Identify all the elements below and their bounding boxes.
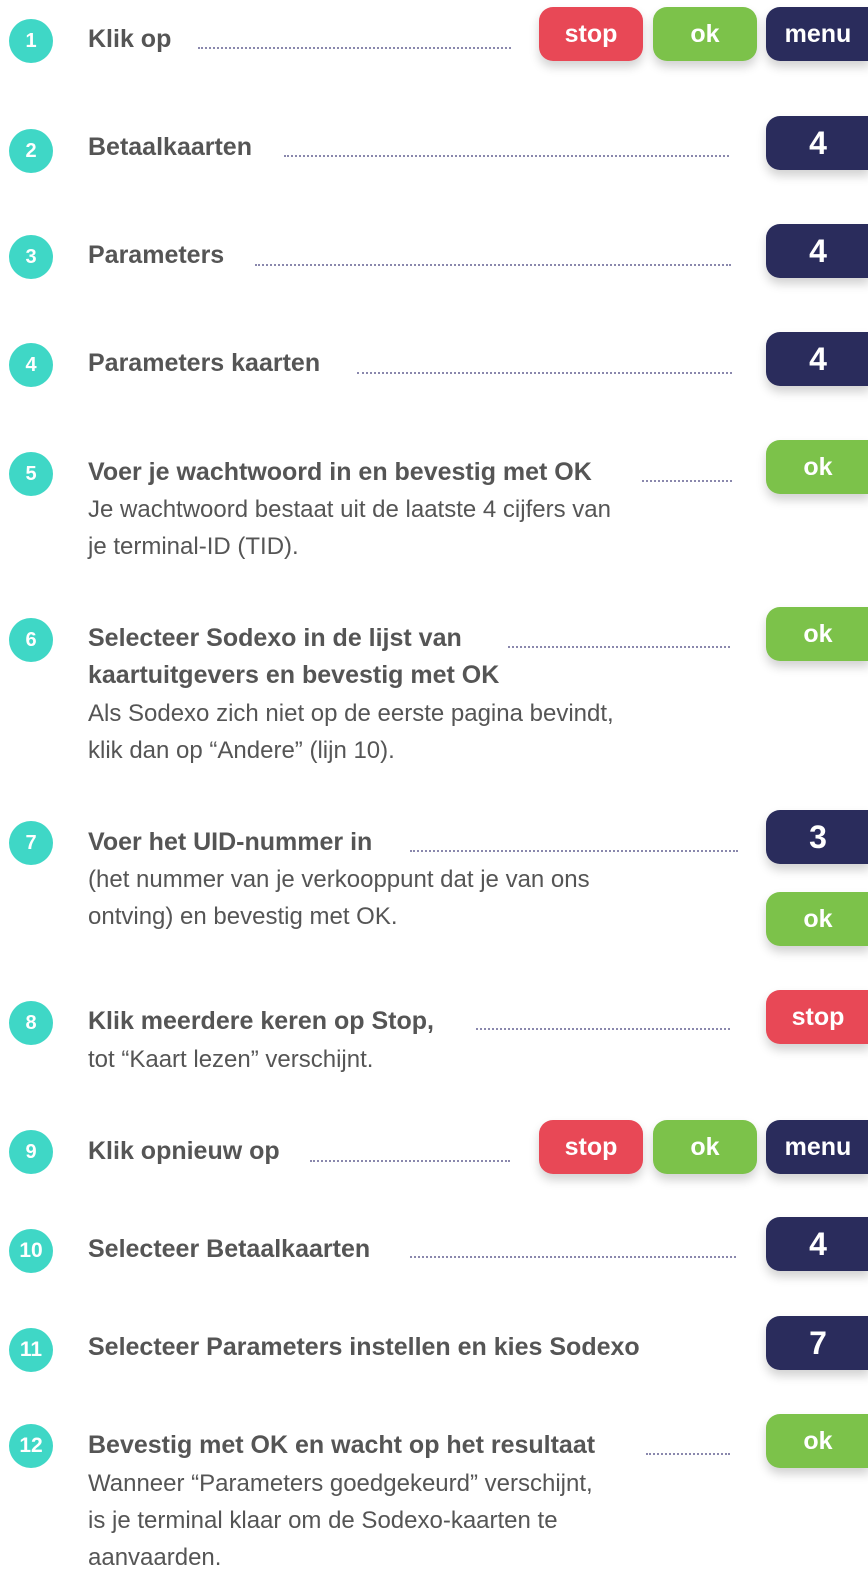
description-line: Als Sodexo zich niet op de eerste pagina… (88, 700, 614, 727)
step-description: Je wachtwoord bestaat uit de laatste 4 c… (88, 491, 611, 565)
description-line: (het nummer van je verkooppunt dat je va… (88, 866, 590, 893)
dotted-leader (410, 1256, 736, 1258)
step-title: Bevestig met OK en wacht op het resultaa… (88, 1431, 596, 1459)
title-line: Selecteer Sodexo in de lijst van (88, 624, 462, 652)
step-description: tot “Kaart lezen” verschijnt. (88, 1041, 373, 1078)
description-line: aanvaarden. (88, 1544, 222, 1571)
dotted-leader (410, 850, 738, 852)
ok-key[interactable]: ok (766, 607, 868, 661)
menu-key[interactable]: menu (766, 1120, 868, 1174)
step-number: 9 (9, 1130, 53, 1174)
stop-key[interactable]: stop (539, 7, 643, 61)
description-line: tot “Kaart lezen” verschijnt. (88, 1046, 374, 1073)
step-title: Selecteer Sodexo in de lijst van kaartui… (88, 620, 499, 694)
step-number: 3 (9, 235, 53, 279)
step-title: Parameters kaarten (88, 349, 321, 377)
stop-key[interactable]: stop (539, 1120, 643, 1174)
key-3[interactable]: 3 (766, 810, 868, 864)
step-number: 6 (9, 618, 53, 662)
description-line: je terminal-ID (TID). (88, 533, 299, 560)
key-4[interactable]: 4 (766, 224, 868, 278)
description-line: klik dan op “Andere” (lijn 10). (88, 737, 395, 764)
dotted-leader (642, 480, 732, 482)
ok-key[interactable]: ok (766, 440, 868, 494)
description-line: Je wachtwoord bestaat uit de laatste 4 c… (88, 496, 611, 523)
step-description: Als Sodexo zich niet op de eerste pagina… (88, 695, 614, 769)
step-title: Selecteer Parameters instellen en kies S… (88, 1333, 640, 1361)
description-line: is je terminal klaar om de Sodexo-kaarte… (88, 1507, 558, 1534)
step-title: Parameters (88, 241, 225, 269)
ok-key[interactable]: ok (653, 7, 757, 61)
key-4[interactable]: 4 (766, 332, 868, 386)
step-number: 8 (9, 1001, 53, 1045)
step-title: Selecteer Betaalkaarten (88, 1235, 371, 1263)
step-description: (het nummer van je verkooppunt dat je va… (88, 861, 590, 935)
step-number: 5 (9, 452, 53, 496)
key-7[interactable]: 7 (766, 1316, 868, 1370)
stop-key[interactable]: stop (766, 990, 868, 1044)
description-line: Wanneer “Parameters goedgekeurd” verschi… (88, 1470, 593, 1497)
step-description: Wanneer “Parameters goedgekeurd” verschi… (88, 1465, 593, 1576)
step-number: 10 (9, 1229, 53, 1273)
ok-key[interactable]: ok (653, 1120, 757, 1174)
menu-key[interactable]: menu (766, 7, 868, 61)
dotted-leader (508, 646, 730, 648)
step-title: Klik op (88, 25, 172, 53)
dotted-leader (310, 1160, 510, 1162)
step-number: 1 (9, 19, 53, 63)
step-number: 11 (9, 1328, 53, 1372)
dotted-leader (198, 47, 511, 49)
ok-key[interactable]: ok (766, 1414, 868, 1468)
description-line: ontving) en bevestig met OK. (88, 903, 398, 930)
title-line: kaartuitgevers en bevestig met OK (88, 661, 500, 689)
ok-key[interactable]: ok (766, 892, 868, 946)
step-title: Klik opnieuw op (88, 1137, 280, 1165)
key-4[interactable]: 4 (766, 116, 868, 170)
step-title: Voer je wachtwoord in en bevestig met OK (88, 458, 592, 486)
key-4[interactable]: 4 (766, 1217, 868, 1271)
step-number: 12 (9, 1424, 53, 1468)
dotted-leader (646, 1453, 730, 1455)
step-title: Voer het UID-nummer in (88, 828, 373, 856)
step-title: Betaalkaarten (88, 133, 252, 161)
step-number: 4 (9, 343, 53, 387)
dotted-leader (284, 155, 729, 157)
dotted-leader (476, 1028, 730, 1030)
step-title: Klik meerdere keren op Stop, (88, 1007, 434, 1035)
step-number: 2 (9, 129, 53, 173)
dotted-leader (357, 372, 732, 374)
step-number: 7 (9, 821, 53, 865)
dotted-leader (255, 264, 731, 266)
